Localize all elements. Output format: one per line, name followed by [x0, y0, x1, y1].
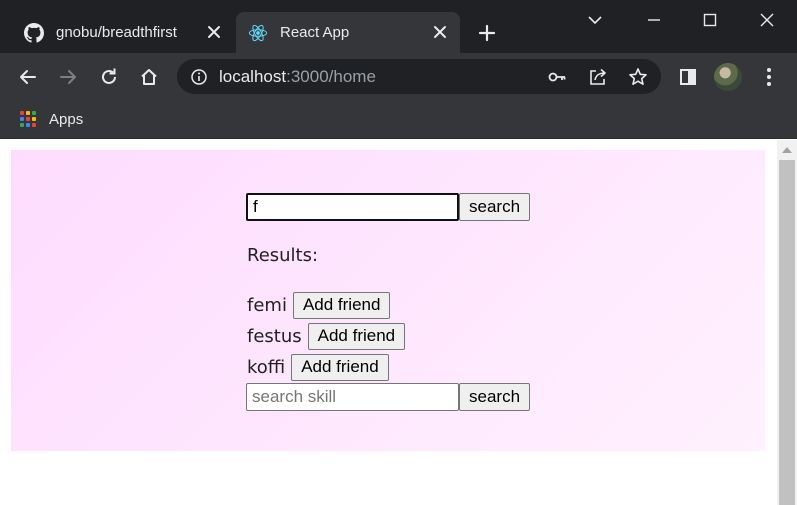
tab-strip: gnobu/breadthfirst React App	[0, 0, 797, 53]
url-path: :3000/home	[286, 67, 376, 86]
friend-search-row: search	[246, 193, 531, 221]
more-menu-icon[interactable]	[756, 64, 782, 90]
apps-grid-icon	[20, 110, 37, 128]
list-item: femi Add friend	[247, 290, 405, 320]
home-icon[interactable]	[136, 64, 162, 90]
forward-arrow-icon[interactable]	[55, 64, 81, 90]
friend-results-list: femi Add friend festus Add friend koffi …	[247, 290, 406, 383]
bookmarks-bar: Apps	[0, 101, 797, 139]
page-viewport: search Results: femi Add friend festus A…	[0, 140, 797, 505]
reload-icon[interactable]	[96, 64, 122, 90]
app-panel: search Results: femi Add friend festus A…	[11, 150, 765, 451]
key-icon[interactable]	[546, 66, 568, 88]
maximize-icon[interactable]	[697, 8, 723, 32]
share-icon[interactable]	[587, 66, 609, 88]
scroll-up-arrow-icon[interactable]	[782, 147, 792, 153]
bookmark-star-icon[interactable]	[627, 66, 649, 88]
profile-avatar[interactable]	[714, 63, 742, 91]
close-tab-icon[interactable]	[204, 22, 224, 42]
tab-github[interactable]: gnobu/breadthfirst	[12, 12, 234, 53]
tab-react-app[interactable]: React App	[236, 12, 460, 53]
github-icon	[24, 23, 44, 43]
skill-search-row: search	[246, 383, 531, 411]
skill-search-button[interactable]: search	[459, 383, 531, 411]
side-panel-icon[interactable]	[675, 64, 701, 90]
react-icon	[248, 23, 268, 43]
bookmark-apps[interactable]: Apps	[20, 107, 83, 131]
close-tab-icon[interactable]	[430, 22, 450, 42]
scrollbar-thumb[interactable]	[779, 160, 795, 505]
add-friend-button[interactable]: Add friend	[307, 322, 406, 350]
results-heading: Results:	[247, 245, 319, 266]
url-host: localhost	[219, 67, 287, 86]
new-tab-icon[interactable]	[474, 20, 500, 46]
list-item: koffi Add friend	[247, 352, 405, 382]
close-window-icon[interactable]	[754, 8, 780, 32]
tab-title: React App	[280, 24, 350, 41]
bookmark-label: Apps	[49, 110, 84, 128]
friend-name: festus	[247, 325, 302, 347]
friend-search-input[interactable]	[246, 193, 459, 221]
list-item: festus Add friend	[247, 321, 406, 351]
url-text: localhost:3000/home	[219, 67, 376, 87]
browser-toolbar: localhost:3000/home	[0, 53, 797, 101]
vertical-scrollbar[interactable]	[777, 140, 797, 505]
tab-search-chevron-icon[interactable]	[582, 8, 608, 32]
add-friend-button[interactable]: Add friend	[291, 353, 389, 381]
back-arrow-icon[interactable]	[15, 64, 41, 90]
friend-name: koffi	[247, 356, 286, 378]
skill-search-input[interactable]	[246, 383, 459, 411]
tab-title: gnobu/breadthfirst	[56, 24, 177, 41]
minimize-icon[interactable]	[641, 8, 667, 32]
friend-search-button[interactable]: search	[459, 193, 531, 221]
add-friend-button[interactable]: Add friend	[292, 291, 391, 319]
site-info-icon[interactable]	[189, 67, 209, 87]
address-bar[interactable]: localhost:3000/home	[177, 59, 661, 94]
friend-name: femi	[247, 294, 287, 316]
